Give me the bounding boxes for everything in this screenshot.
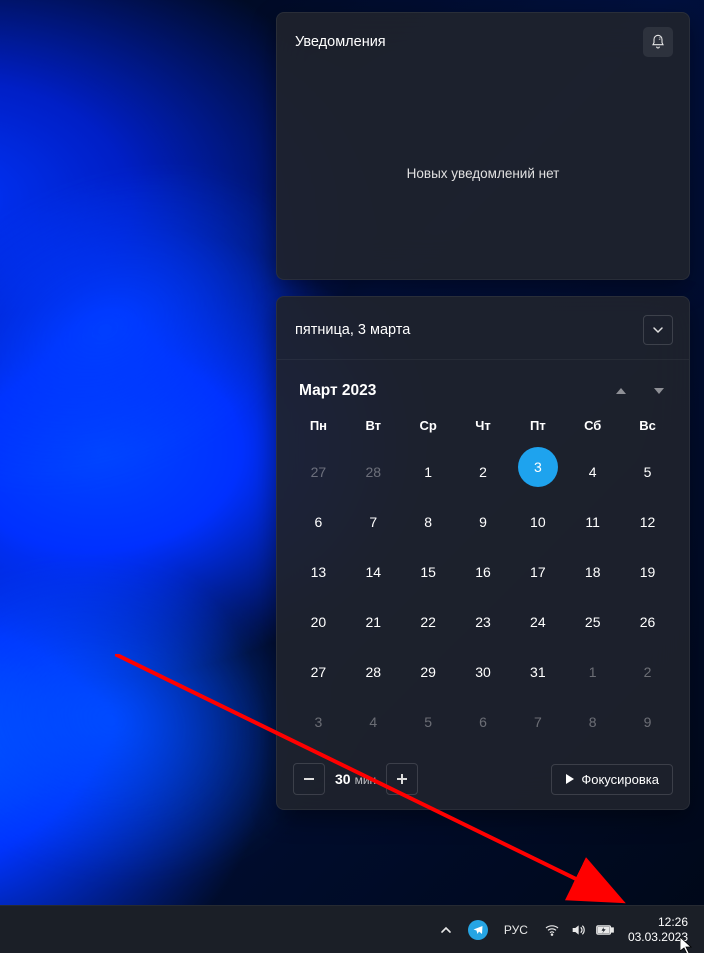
calendar-day[interactable]: 9 [628,697,668,747]
do-not-disturb-button[interactable]: z [643,27,673,57]
calendar-day[interactable]: 29 [408,647,448,697]
calendar-day[interactable]: 9 [463,497,503,547]
taskbar-date: 03.03.2023 [628,930,688,945]
calendar-day[interactable]: 27 [298,447,338,497]
chevron-up-icon [615,386,627,396]
calendar-next-month-button[interactable] [653,386,665,396]
calendar-weekday-header: Ср [401,418,456,447]
play-icon [565,774,575,784]
calendar-day[interactable]: 11 [573,497,613,547]
calendar-day[interactable]: 20 [298,597,338,647]
calendar-weekday-header: Вс [620,418,675,447]
calendar-day-today[interactable]: 3 [518,447,558,487]
focus-decrease-button[interactable] [293,763,325,795]
calendar-day[interactable]: 10 [518,497,558,547]
calendar-day[interactable]: 8 [573,697,613,747]
calendar-day[interactable]: 5 [628,447,668,497]
calendar-day[interactable]: 23 [463,597,503,647]
plus-icon [396,773,408,785]
calendar-day[interactable]: 21 [353,597,393,647]
calendar-grid: ПнВтСрЧтПтСбВс27281234567891011121314151… [277,418,689,747]
calendar-day[interactable]: 25 [573,597,613,647]
calendar-day[interactable]: 26 [628,597,668,647]
calendar-day[interactable]: 7 [353,497,393,547]
focus-increase-button[interactable] [386,763,418,795]
calendar-day[interactable]: 22 [408,597,448,647]
calendar-weekday-header: Чт [456,418,511,447]
calendar-month-label[interactable]: Март 2023 [299,382,376,400]
telegram-icon [468,920,488,940]
calendar-day[interactable]: 1 [573,647,613,697]
chevron-down-icon [653,386,665,396]
system-tray-icons[interactable] [538,910,620,950]
calendar-day[interactable]: 16 [463,547,503,597]
calendar-day[interactable]: 19 [628,547,668,597]
bell-snooze-icon: z [650,34,666,50]
notifications-panel: Уведомления z Новых уведомлений нет [276,12,690,280]
chevron-down-icon [652,324,664,336]
calendar-day[interactable]: 17 [518,547,558,597]
calendar-day[interactable]: 6 [298,497,338,547]
volume-icon [570,922,586,938]
calendar-weekday-header: Вт [346,418,401,447]
calendar-panel: пятница, 3 марта Март 2023 ПнВтСрЧтПтСбВ… [276,296,690,810]
calendar-day[interactable]: 2 [628,647,668,697]
calendar-weekday-header: Пн [291,418,346,447]
calendar-weekday-header: Пт [510,418,565,447]
notifications-empty-text: Новых уведомлений нет [407,166,560,181]
calendar-day[interactable]: 18 [573,547,613,597]
calendar-day[interactable]: 24 [518,597,558,647]
calendar-day[interactable]: 1 [408,447,448,497]
calendar-day[interactable]: 27 [298,647,338,697]
calendar-day[interactable]: 30 [463,647,503,697]
tray-overflow-button[interactable] [434,910,458,950]
chevron-up-icon [440,924,452,936]
focus-duration-stepper: 30 мин [293,763,418,795]
calendar-day[interactable]: 7 [518,697,558,747]
calendar-current-date: пятница, 3 марта [295,322,410,338]
battery-icon [596,923,614,937]
calendar-day[interactable]: 6 [463,697,503,747]
language-indicator[interactable]: РУС [498,910,534,950]
notifications-title: Уведомления [295,34,386,50]
calendar-weekday-header: Сб [565,418,620,447]
calendar-day[interactable]: 14 [353,547,393,597]
calendar-day[interactable]: 28 [353,447,393,497]
calendar-day[interactable]: 5 [408,697,448,747]
focus-duration-value: 30 мин [335,771,376,787]
wifi-icon [544,922,560,938]
calendar-prev-month-button[interactable] [615,386,627,396]
calendar-day[interactable]: 2 [463,447,503,497]
calendar-day[interactable]: 28 [353,647,393,697]
taskbar: РУС 12:26 03.03.2023 [0,905,704,953]
calendar-collapse-button[interactable] [643,315,673,345]
calendar-day[interactable]: 3 [298,697,338,747]
calendar-day[interactable]: 15 [408,547,448,597]
calendar-day[interactable]: 13 [298,547,338,597]
calendar-day[interactable]: 12 [628,497,668,547]
calendar-day[interactable]: 31 [518,647,558,697]
taskbar-clock[interactable]: 12:26 03.03.2023 [624,915,692,945]
focus-start-button[interactable]: Фокусировка [551,764,673,795]
taskbar-time: 12:26 [658,915,688,930]
calendar-day[interactable]: 8 [408,497,448,547]
calendar-day[interactable]: 4 [353,697,393,747]
minus-icon [303,773,315,785]
tray-telegram-icon[interactable] [462,910,494,950]
calendar-day[interactable]: 4 [573,447,613,497]
